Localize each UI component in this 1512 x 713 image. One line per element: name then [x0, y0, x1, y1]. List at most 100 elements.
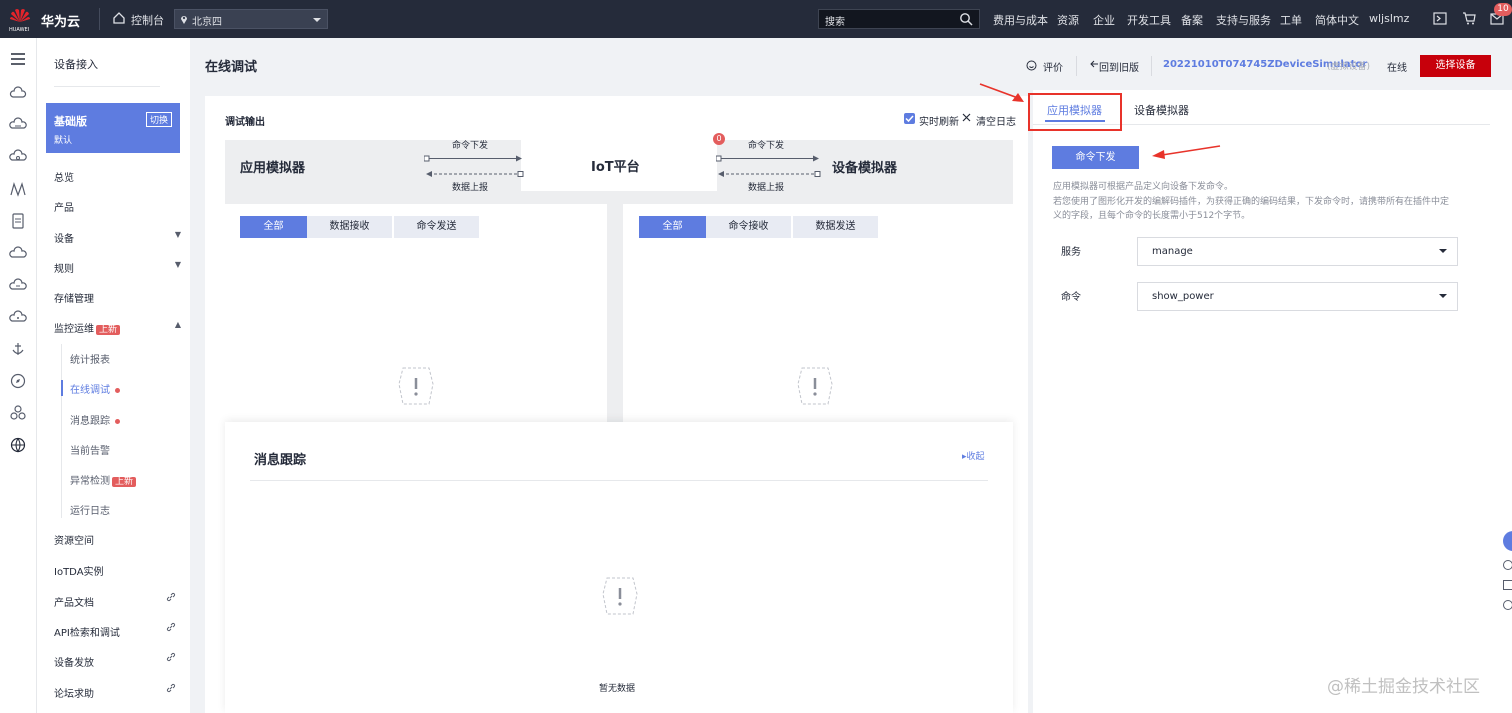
link-icon[interactable]: [166, 683, 176, 693]
menu-devtools[interactable]: 开发工具: [1127, 12, 1171, 28]
service-icon[interactable]: [1503, 600, 1512, 610]
link-icon[interactable]: [166, 622, 176, 632]
nav-logs[interactable]: 运行日志: [70, 502, 110, 517]
divider: [1076, 56, 1077, 76]
trace-title: 消息跟踪: [254, 453, 307, 468]
menu-support[interactable]: 支持与服务: [1216, 12, 1271, 28]
cloud-db-icon[interactable]: [9, 148, 27, 166]
huawei-logo-icon[interactable]: [9, 7, 31, 23]
nav-forum[interactable]: 论坛求助: [54, 685, 94, 700]
smile-icon[interactable]: [1026, 60, 1037, 71]
compass-icon[interactable]: [9, 372, 27, 390]
nav-docs[interactable]: 产品文档: [54, 594, 94, 609]
nav-online-debug[interactable]: 在线调试: [70, 381, 120, 396]
nav-msg-trace[interactable]: 消息跟踪: [70, 412, 120, 427]
nav-product[interactable]: 产品: [54, 199, 74, 214]
bridge-icon[interactable]: [9, 180, 27, 198]
console-link[interactable]: 控制台: [131, 12, 164, 28]
search-icon[interactable]: [959, 12, 973, 26]
link-icon[interactable]: [166, 652, 176, 662]
debug-title: 调试输出: [225, 117, 265, 128]
menu-cost[interactable]: 费用与成本: [993, 12, 1048, 28]
nav-storage[interactable]: 存储管理: [54, 290, 94, 305]
search-input[interactable]: 搜索: [818, 9, 980, 29]
nav-monitor[interactable]: 监控运维 上新 ▲: [54, 320, 181, 335]
nav-provision[interactable]: 设备发放: [54, 654, 94, 669]
cmd-down-label-1: 命令下发: [452, 141, 489, 151]
home-icon[interactable]: [112, 11, 126, 25]
send-command-button[interactable]: 命令下发: [1052, 146, 1139, 169]
nav-device-label: 设备: [54, 234, 74, 245]
nav-online-debug-label: 在线调试: [70, 385, 110, 396]
cloud-outline-icon[interactable]: [9, 244, 27, 262]
rate-link[interactable]: 评价: [1043, 59, 1063, 74]
app-tab-send[interactable]: 命令发送: [394, 216, 479, 238]
select-device-button[interactable]: 选择设备: [1420, 55, 1491, 77]
top-bar: HUAWEI 华为云 控制台 北京四 搜索 费用与成本 资源 企业 开发工具 备…: [0, 0, 1512, 38]
menu-enterprise[interactable]: 企业: [1093, 12, 1115, 28]
cloud-server-icon[interactable]: [9, 116, 27, 134]
nav-api[interactable]: API检索和调试: [54, 624, 120, 639]
dev-tab-receive[interactable]: 命令接收: [706, 216, 791, 238]
red-dot: [115, 387, 120, 393]
dev-tab-all[interactable]: 全部: [639, 216, 706, 238]
app-tab-all[interactable]: 全部: [240, 216, 307, 238]
search-placeholder: 搜索: [825, 17, 845, 28]
realtime-checkbox[interactable]: [904, 113, 915, 124]
badge-count: 0: [713, 133, 725, 145]
command-select[interactable]: show_power: [1137, 282, 1458, 311]
region-select[interactable]: 北京四: [174, 9, 328, 29]
back-icon[interactable]: [1089, 60, 1099, 70]
caret-up-icon: ▲: [174, 320, 181, 329]
clear-log-button[interactable]: 清空日志: [976, 113, 1016, 128]
cloud-sync-icon[interactable]: [9, 276, 27, 294]
notification-badge: 10: [1494, 3, 1512, 16]
tab-device-simulator[interactable]: 设备模拟器: [1134, 102, 1189, 118]
menu-language[interactable]: 简体中文: [1315, 12, 1359, 28]
cloud-icon[interactable]: [9, 84, 27, 102]
nav-overview[interactable]: 总览: [54, 169, 74, 184]
nav-alarms[interactable]: 当前告警: [70, 442, 110, 457]
nav-device[interactable]: 设备 ▼: [54, 230, 181, 245]
divider: [54, 86, 160, 87]
menu-filing[interactable]: 备案: [1181, 12, 1203, 28]
help-icon[interactable]: [1503, 560, 1512, 570]
document-icon[interactable]: [9, 212, 27, 230]
edition-instance: 默认: [54, 136, 73, 146]
nav-stats[interactable]: 统计报表: [70, 351, 110, 366]
empty-state-icon: [599, 574, 641, 618]
globe-icon[interactable]: [9, 436, 27, 454]
service-rail: [0, 38, 37, 713]
link-icon[interactable]: [166, 592, 176, 602]
edition-card[interactable]: 基础版 默认 切换: [46, 103, 180, 153]
command-label: 命令: [1061, 292, 1081, 303]
page-header: 在线调试 评价 回到旧版 20221010T074745ZDeviceSimul…: [190, 38, 1512, 94]
switch-button[interactable]: 切换: [145, 112, 172, 127]
terminal-icon[interactable]: [1433, 12, 1447, 25]
app-tab-receive[interactable]: 数据接收: [307, 216, 392, 238]
chevron-down-icon: [1439, 294, 1447, 298]
nav-resource-space[interactable]: 资源空间: [54, 532, 94, 547]
cart-icon[interactable]: [1462, 12, 1476, 25]
cluster-icon[interactable]: [9, 404, 27, 422]
menu-resources[interactable]: 资源: [1057, 12, 1079, 28]
cloud-network-icon[interactable]: [9, 308, 27, 326]
menu-icon[interactable]: [9, 50, 27, 68]
feedback-icon[interactable]: [1503, 580, 1512, 590]
anchor-icon[interactable]: [9, 340, 27, 358]
nav-iotda[interactable]: IoTDA实例: [54, 563, 104, 578]
menu-user[interactable]: wljslmz: [1369, 12, 1409, 25]
location-pin-icon: [180, 14, 188, 24]
menu-ticket[interactable]: 工单: [1280, 12, 1302, 28]
nav-rules[interactable]: 规则 ▼: [54, 260, 181, 275]
collapse-link[interactable]: ▸收起: [962, 449, 985, 462]
nav-anomaly[interactable]: 异常检测 上新: [70, 472, 137, 487]
dev-tab-send[interactable]: 数据发送: [793, 216, 878, 238]
brand-name[interactable]: 华为云: [41, 11, 80, 30]
nav-anomaly-label: 异常检测: [70, 476, 110, 487]
caret-down-icon: ▼: [174, 260, 181, 269]
service-select[interactable]: manage: [1137, 237, 1458, 266]
close-icon[interactable]: [962, 113, 971, 122]
assistant-icon[interactable]: [1503, 531, 1512, 551]
back-old-version-link[interactable]: 回到旧版: [1099, 59, 1139, 74]
